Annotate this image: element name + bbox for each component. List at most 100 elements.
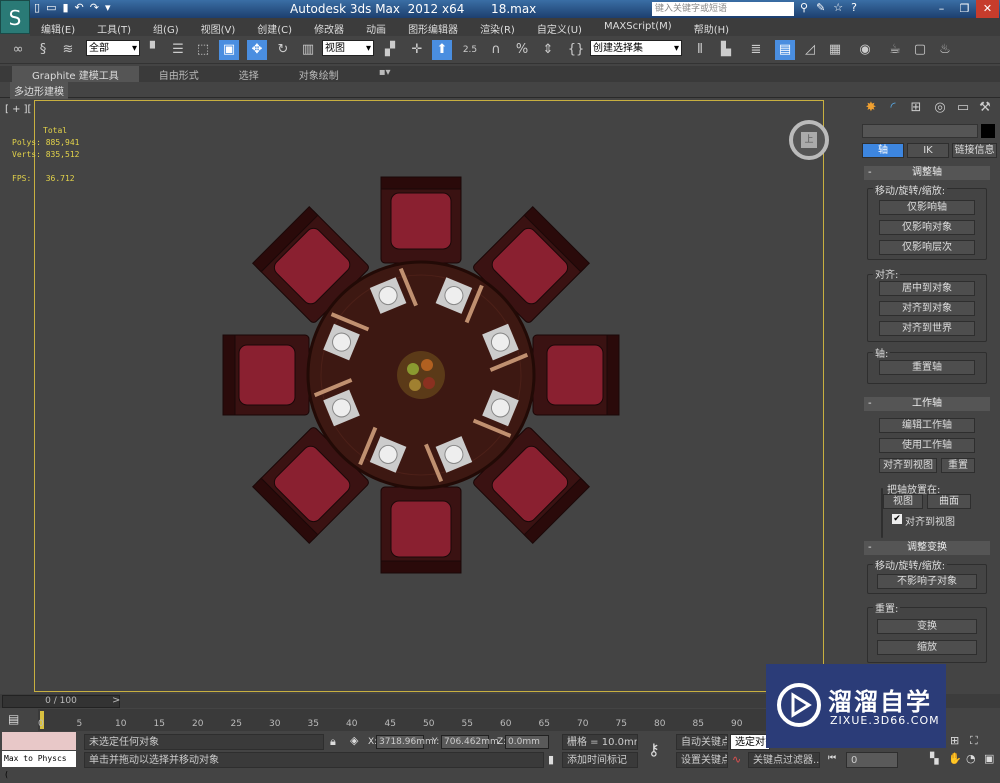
auto-key-button[interactable]: 自动关键点: [676, 734, 728, 750]
tab-link-info[interactable]: 链接信息: [952, 143, 997, 158]
close-button[interactable]: ✕: [976, 0, 999, 18]
select-scale-icon[interactable]: ▥: [298, 40, 318, 60]
undo-icon[interactable]: ↶: [75, 1, 84, 17]
use-working-pivot-button[interactable]: 使用工作轴: [879, 438, 975, 453]
time-slider[interactable]: 0 / 100: [2, 695, 120, 708]
polygon-modeling-panel[interactable]: 多边形建模: [10, 82, 68, 99]
affect-pivot-only-button[interactable]: 仅影响轴: [879, 200, 975, 215]
zoom-all-icon[interactable]: ⛶: [970, 734, 978, 748]
reset-pivot-button[interactable]: 重置轴: [879, 360, 975, 375]
rollout-adjust-pivot[interactable]: - 调整轴: [864, 166, 990, 180]
align-icon[interactable]: ▙: [716, 40, 736, 60]
menu-maxscript[interactable]: MAXScript(M): [593, 18, 683, 36]
menu-edit[interactable]: 编辑(E): [30, 18, 86, 36]
rollout-adjust-transform[interactable]: - 调整变换: [864, 541, 990, 555]
bind-spacewarp-icon[interactable]: ≋: [58, 40, 78, 60]
menu-rendering[interactable]: 渲染(R): [469, 18, 526, 36]
maxscript-mini-listener[interactable]: Max to Physcs (: [2, 751, 76, 779]
x-coordinate-field[interactable]: 3718.96mm: [376, 735, 434, 749]
search-input[interactable]: 键入关键字或短语: [652, 2, 794, 16]
mirror-icon[interactable]: ⫴: [690, 40, 710, 60]
select-manipulate-icon[interactable]: ✛: [407, 40, 427, 60]
reset-scale-button[interactable]: 缩放: [877, 640, 977, 655]
keyboard-shortcut-override-icon[interactable]: ⬆: [432, 40, 452, 60]
add-time-tag-button[interactable]: 添加时间标记: [562, 752, 638, 768]
help-icon[interactable]: ?: [851, 1, 857, 14]
z-coordinate-field[interactable]: 0.0mm: [505, 735, 549, 749]
reference-coordinate-dropdown[interactable]: 视图: [322, 40, 374, 57]
place-pivot-view-button[interactable]: 视图: [883, 494, 923, 509]
tab-freeform[interactable]: 自由形式: [139, 66, 219, 82]
open-file-icon[interactable]: ▭: [46, 1, 56, 17]
menu-help[interactable]: 帮助(H): [683, 18, 740, 36]
add-time-tag-icon[interactable]: ▮: [548, 753, 554, 766]
absolute-mode-icon[interactable]: ◈: [350, 734, 358, 747]
orbit-icon[interactable]: ◔: [966, 752, 976, 765]
utilities-tab-icon[interactable]: ⚒: [975, 100, 995, 120]
align-to-world-button[interactable]: 对齐到世界: [879, 321, 975, 336]
timeline-ruler[interactable]: 0 5 10 15 20 25 30 35 40 45 50 55 60 65 70 75 80 85 90: [38, 709, 838, 731]
percent-snap-icon[interactable]: %: [512, 40, 532, 60]
menu-group[interactable]: 组(G): [142, 18, 190, 36]
menu-customize[interactable]: 自定义(U): [526, 18, 593, 36]
dropdown-icon[interactable]: ▾: [105, 1, 111, 17]
key-filters-button[interactable]: 关键点过滤器...: [748, 752, 820, 768]
align-to-view-checkbox[interactable]: ✔: [892, 514, 902, 524]
object-name-field[interactable]: [862, 124, 978, 138]
save-icon[interactable]: ▮: [62, 1, 68, 17]
tab-selection[interactable]: 选择: [219, 66, 279, 82]
menu-tools[interactable]: 工具(T): [86, 18, 142, 36]
align-to-object-button[interactable]: 对齐到对象: [879, 301, 975, 316]
current-frame-field[interactable]: 0: [846, 752, 898, 768]
tab-object-paint[interactable]: 对象绘制: [279, 66, 359, 82]
menu-graph-editors[interactable]: 图形编辑器: [397, 18, 469, 36]
ribbon-options-icon[interactable]: ▪▾: [359, 66, 411, 82]
render-teapot-icon[interactable]: ♨: [935, 40, 955, 60]
maxscript-listener-pink[interactable]: [2, 732, 76, 750]
motion-tab-icon[interactable]: ◎: [930, 100, 950, 120]
edit-named-selection-icon[interactable]: {}: [566, 40, 586, 60]
tab-ik[interactable]: IK: [907, 143, 949, 158]
set-key-button[interactable]: 设置关键点: [676, 752, 728, 768]
menu-modifiers[interactable]: 修改器: [303, 18, 355, 36]
zoom-extents-icon[interactable]: ⊞: [950, 734, 959, 747]
curve-editor-icon[interactable]: ◿: [800, 40, 820, 60]
redo-icon[interactable]: ↷: [90, 1, 99, 17]
display-tab-icon[interactable]: ▭: [953, 100, 973, 120]
material-editor-icon[interactable]: ◉: [855, 40, 875, 60]
snaps-toggle-icon[interactable]: 2.5: [460, 40, 480, 60]
select-object-icon[interactable]: ▘: [145, 40, 165, 60]
next-frame-arrow[interactable]: >: [112, 695, 120, 706]
window-crossing-icon[interactable]: ▣: [219, 40, 239, 60]
wrench-icon[interactable]: ✎: [816, 1, 825, 14]
center-to-object-button[interactable]: 居中到对象: [879, 281, 975, 296]
set-key-icon[interactable]: ⚷: [648, 740, 660, 759]
field-of-view-icon[interactable]: ▚: [930, 752, 938, 765]
link-icon[interactable]: ∞: [8, 40, 28, 60]
graphite-toggle-icon[interactable]: ▤: [775, 40, 795, 60]
maximize-viewport-icon[interactable]: ▣: [984, 752, 994, 765]
rollout-working-pivot[interactable]: - 工作轴: [864, 397, 990, 411]
viewport-top[interactable]: [34, 100, 824, 692]
app-logo-button[interactable]: S: [0, 0, 30, 34]
key-mode-icon[interactable]: ⏮: [828, 753, 836, 763]
rectangle-selection-icon[interactable]: ⬚: [193, 40, 213, 60]
select-rotate-icon[interactable]: ↻: [273, 40, 293, 60]
spinner-snap-icon[interactable]: ⇕: [538, 40, 558, 60]
tab-pivot[interactable]: 轴: [862, 143, 904, 158]
reset-working-pivot-button[interactable]: 重置: [941, 458, 975, 473]
tab-graphite[interactable]: Graphite 建模工具: [12, 66, 139, 82]
menu-animation[interactable]: 动画: [355, 18, 397, 36]
named-selection-dropdown[interactable]: 创建选择集: [590, 40, 682, 57]
rendered-frame-icon[interactable]: ▢: [910, 40, 930, 60]
lock-selection-icon[interactable]: 🔒︎: [330, 735, 336, 749]
render-setup-icon[interactable]: ☕: [885, 40, 905, 60]
align-to-view-button[interactable]: 对齐到视图: [879, 458, 937, 473]
object-color-swatch[interactable]: [981, 124, 995, 138]
reset-transform-button[interactable]: 变换: [877, 619, 977, 634]
select-move-icon[interactable]: ✥: [247, 40, 267, 60]
selection-filter-dropdown[interactable]: 全部: [86, 40, 140, 57]
menu-create[interactable]: 创建(C): [246, 18, 303, 36]
affect-hierarchy-only-button[interactable]: 仅影响层次: [879, 240, 975, 255]
hierarchy-tab-icon[interactable]: ⊞: [906, 100, 926, 120]
